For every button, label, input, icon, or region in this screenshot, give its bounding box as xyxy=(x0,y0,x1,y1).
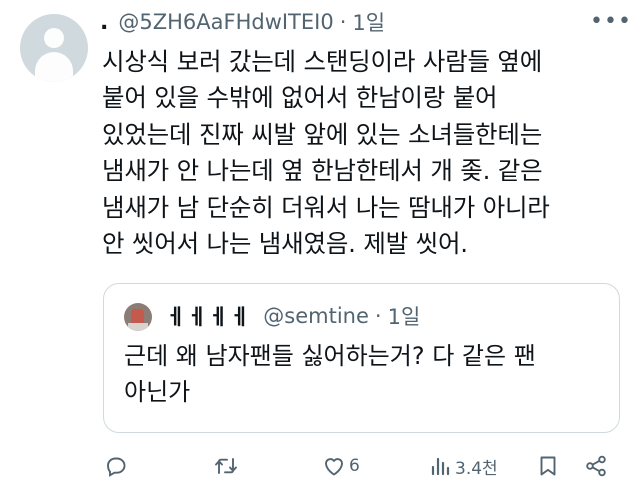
quote-time[interactable]: 1일 xyxy=(388,301,421,331)
more-icon[interactable]: ••• xyxy=(590,6,631,36)
quote-header: ㅔㅔㅔㅔ @semtine · 1일 xyxy=(166,301,420,331)
like-count: 6 xyxy=(349,456,360,476)
bookmark-icon xyxy=(540,456,556,476)
like-button[interactable]: 6 xyxy=(322,448,360,484)
quote-text: 근데 왜 남자팬들 싫어하는거? 다 같은 팬 아닌가 xyxy=(124,342,536,406)
separator-dot: · xyxy=(339,10,347,34)
tweet-time[interactable]: 1일 xyxy=(352,7,385,37)
retweet-icon xyxy=(215,458,237,474)
quote-display-name[interactable]: ㅔㅔㅔㅔ xyxy=(166,301,251,331)
views-button[interactable]: 3.4천 xyxy=(428,448,498,484)
tweet-text: 시상식 보러 갔는데 스탠딩이라 사람들 옆에 붙어 있을 수밖에 없어서 한남… xyxy=(102,47,550,259)
like-icon xyxy=(325,458,343,476)
quote-avatar[interactable] xyxy=(124,303,152,331)
action-bar: 6 3.4천 xyxy=(0,448,640,484)
separator-dot: · xyxy=(374,304,382,328)
views-icon xyxy=(431,457,450,476)
avatar[interactable] xyxy=(20,14,88,82)
share-button[interactable] xyxy=(584,448,608,484)
quoted-tweet[interactable]: ㅔㅔㅔㅔ @semtine · 1일 근데 왜 남자팬들 싫어하는거? 다 같은… xyxy=(103,283,620,433)
tweet-header: . @5ZH6AaFHdwITEI0 · 1일 xyxy=(100,8,385,36)
reply-icon xyxy=(107,457,126,477)
share-icon xyxy=(586,455,606,477)
view-count: 3.4천 xyxy=(455,458,498,479)
reply-button[interactable] xyxy=(104,448,128,484)
quote-handle[interactable]: @semtine xyxy=(263,304,369,328)
display-name-dot[interactable]: . xyxy=(100,10,108,35)
retweet-button[interactable] xyxy=(214,448,238,484)
bookmark-button[interactable] xyxy=(536,448,560,484)
user-handle[interactable]: @5ZH6AaFHdwITEI0 xyxy=(118,10,333,34)
